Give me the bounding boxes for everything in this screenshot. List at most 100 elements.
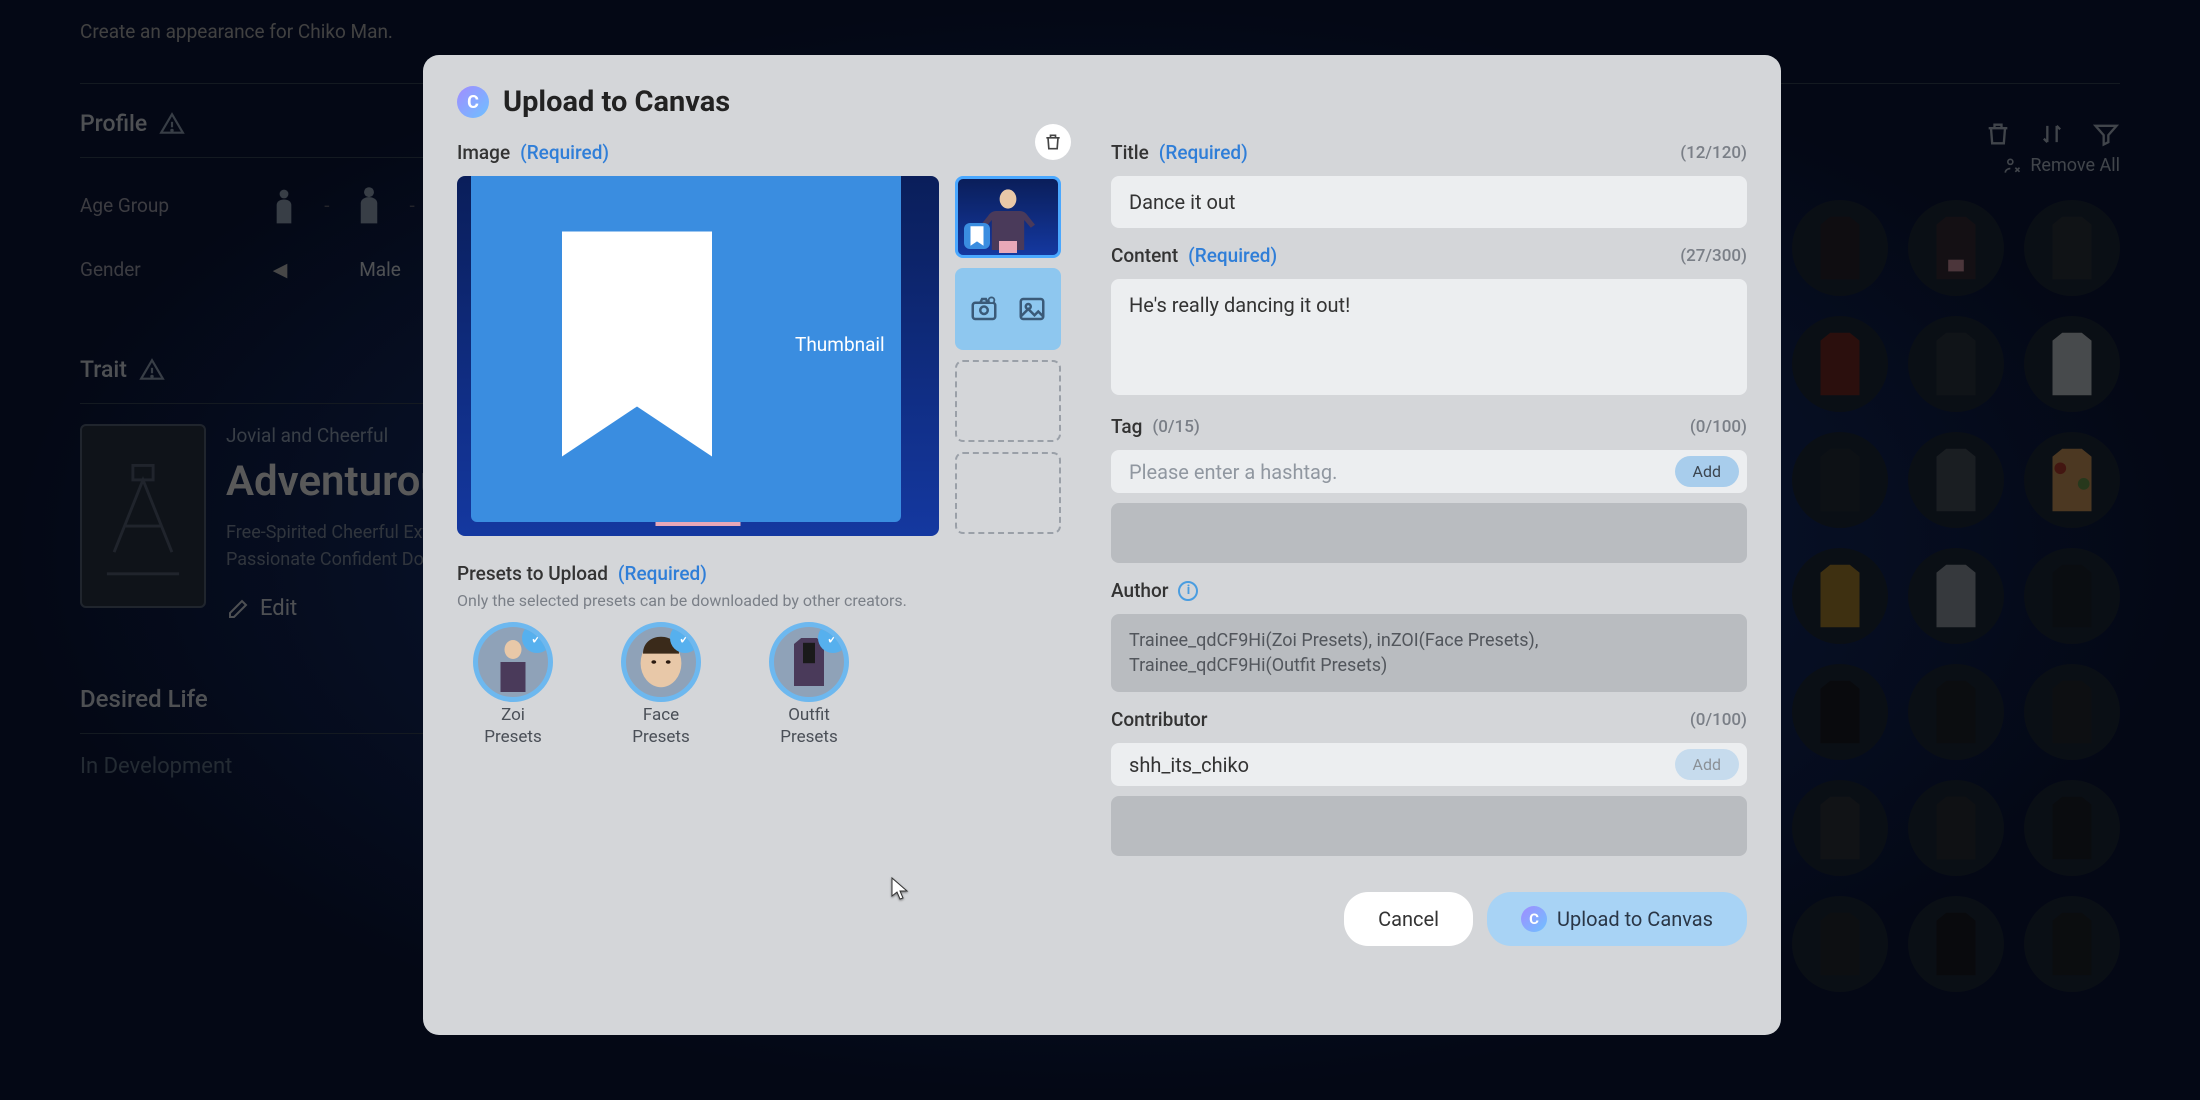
modal-left-column: Image (Required) — [457, 141, 1071, 1005]
remove-all-button[interactable]: Remove All — [2002, 155, 2120, 176]
required-label: (Required) — [618, 562, 707, 585]
title-input[interactable] — [1111, 176, 1747, 228]
dash: - — [409, 194, 414, 217]
trash-icon — [1043, 132, 1063, 152]
outfit-item[interactable] — [1908, 200, 2004, 296]
tag-field-head: Tag(0/15) (0/100) — [1111, 415, 1747, 438]
tag-add-button[interactable]: Add — [1675, 456, 1739, 487]
sort-icon[interactable] — [2038, 120, 2066, 152]
check-icon: ✓ — [818, 623, 848, 653]
outfit-item[interactable] — [2024, 896, 2120, 992]
title-count: (12/120) — [1680, 143, 1747, 163]
outfit-item[interactable] — [2024, 548, 2120, 644]
top-toolbar — [1984, 120, 2120, 152]
outfit-item[interactable] — [1792, 432, 1888, 528]
outfit-item[interactable] — [1792, 780, 1888, 876]
thumbnail-badge: Thumbnail — [471, 176, 901, 522]
check-icon: ✓ — [670, 623, 700, 653]
thumbnail-slot-empty[interactable] — [955, 360, 1061, 442]
outfit-item[interactable] — [1792, 548, 1888, 644]
tag-label: Tag — [1111, 415, 1142, 438]
preset-outfit-thumb: ✓ — [769, 622, 849, 702]
contributor-input[interactable] — [1129, 753, 1665, 777]
content-textarea[interactable] — [1111, 279, 1747, 395]
content-count: (27/300) — [1680, 246, 1747, 266]
outfit-item[interactable] — [1908, 780, 2004, 876]
delete-image-button[interactable] — [1035, 124, 1071, 160]
presets-field-head: Presets to Upload (Required) — [457, 562, 1071, 585]
outfit-item[interactable] — [2024, 780, 2120, 876]
outfit-item[interactable] — [1908, 432, 2004, 528]
title-field-head: Title (Required) (12/120) — [1111, 141, 1747, 164]
outfit-item[interactable] — [2024, 664, 2120, 760]
age-child-icon[interactable] — [262, 183, 306, 227]
thumbnail-strip — [955, 176, 1061, 536]
warning-icon — [139, 357, 165, 383]
tag-input[interactable] — [1129, 460, 1665, 484]
outfit-item[interactable] — [1792, 664, 1888, 760]
preset-face[interactable]: ✓ Face Presets — [605, 622, 717, 748]
image-field-head: Image (Required) — [457, 141, 1071, 164]
modal-title: C Upload to Canvas — [457, 85, 1747, 119]
remove-all-label: Remove All — [2030, 155, 2120, 176]
check-icon: ✓ — [522, 623, 552, 653]
outfit-item[interactable] — [1792, 200, 1888, 296]
upload-button-label: Upload to Canvas — [1557, 907, 1713, 931]
preset-zoi-label: Zoi Presets — [484, 704, 541, 748]
contributor-list — [1111, 796, 1747, 856]
preset-outfit-label: Outfit Presets — [780, 704, 837, 748]
outfit-item[interactable] — [1908, 664, 2004, 760]
tag-list — [1111, 503, 1747, 563]
outfit-item[interactable] — [1792, 316, 1888, 412]
content-label: Content — [1111, 244, 1178, 267]
tag-sub: (0/15) — [1152, 417, 1199, 437]
upload-button[interactable]: C Upload to Canvas — [1487, 892, 1747, 946]
presets-hint: Only the selected presets can be downloa… — [457, 591, 1071, 610]
gender-label: Gender — [80, 258, 240, 281]
image-label: Image — [457, 141, 510, 164]
author-label: Author — [1111, 579, 1168, 602]
modal-right-column: Title (Required) (12/120) Content (Requi… — [1111, 141, 1747, 1005]
thumbnail-slot-empty[interactable] — [955, 452, 1061, 534]
required-label: (Required) — [1159, 141, 1248, 164]
edit-label: Edit — [260, 596, 297, 621]
person-x-icon — [2002, 156, 2022, 176]
cancel-button[interactable]: Cancel — [1344, 892, 1473, 946]
image-icon — [1017, 294, 1047, 324]
main-preview-image[interactable]: Thumbnail — [457, 176, 939, 536]
outfit-item[interactable] — [1908, 896, 2004, 992]
remove-all-row: Remove All — [2002, 155, 2120, 176]
outfit-item[interactable] — [2024, 316, 2120, 412]
thumbnail-label: Thumbnail — [795, 333, 885, 356]
trash-icon[interactable] — [1984, 120, 2012, 152]
dash: - — [324, 194, 329, 217]
info-icon[interactable]: i — [1178, 581, 1198, 601]
prev-arrow-icon[interactable]: ◀ — [270, 258, 290, 281]
presets-row: ✓ Zoi Presets ✓ Face Presets ✓ — [457, 622, 1071, 748]
modal-actions: Cancel C Upload to Canvas — [1111, 892, 1747, 946]
brand-icon: C — [1521, 906, 1547, 932]
author-field-head: Author i — [1111, 579, 1747, 602]
warning-icon — [159, 111, 185, 137]
profile-label: Profile — [80, 110, 147, 137]
content-field-head: Content (Required) (27/300) — [1111, 244, 1747, 267]
preset-outfit[interactable]: ✓ Outfit Presets — [753, 622, 865, 748]
bookmark-icon — [487, 176, 787, 514]
contributor-add-button[interactable]: Add — [1675, 749, 1739, 780]
outfit-item[interactable] — [2024, 432, 2120, 528]
edit-button[interactable]: Edit — [226, 596, 297, 621]
preset-face-label: Face Presets — [632, 704, 689, 748]
edit-icon — [226, 597, 250, 621]
outfit-item[interactable] — [2024, 200, 2120, 296]
filter-icon[interactable] — [2092, 120, 2120, 152]
thumbnail-slot-1[interactable] — [955, 176, 1061, 258]
author-value: Trainee_qdCF9Hi(Zoi Presets), inZOI(Face… — [1111, 614, 1747, 692]
outfit-item[interactable] — [1908, 316, 2004, 412]
outfit-item[interactable] — [1792, 896, 1888, 992]
age-teen-icon[interactable] — [347, 183, 391, 227]
preset-zoi[interactable]: ✓ Zoi Presets — [457, 622, 569, 748]
title-label: Title — [1111, 141, 1149, 164]
contributor-count: (0/100) — [1690, 710, 1747, 730]
thumbnail-slot-add[interactable] — [955, 268, 1061, 350]
outfit-item[interactable] — [1908, 548, 2004, 644]
